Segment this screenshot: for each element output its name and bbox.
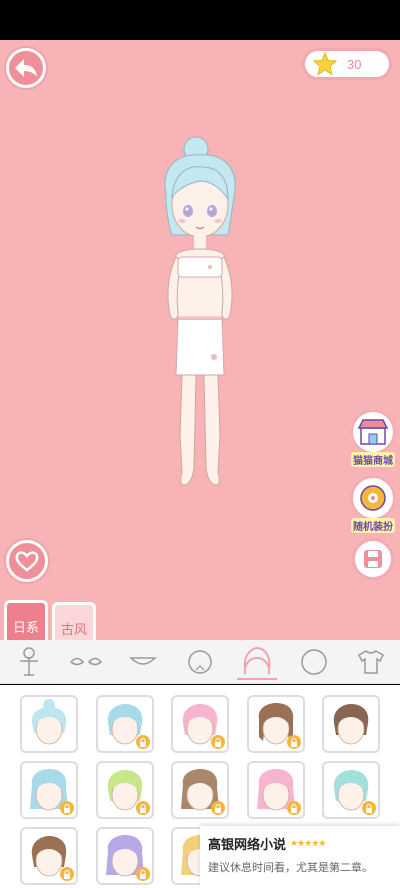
tab-japanese[interactable]: 日系 bbox=[4, 600, 48, 640]
hair-item[interactable] bbox=[322, 761, 380, 819]
back-button[interactable] bbox=[6, 48, 46, 88]
lock-icon bbox=[211, 801, 225, 815]
hair-icon bbox=[243, 646, 271, 674]
random-dice-icon bbox=[351, 476, 395, 520]
hair-item[interactable] bbox=[247, 761, 305, 819]
category-body[interactable] bbox=[9, 644, 49, 680]
ad-description: 建议休息时间看，尤其是第二章。 bbox=[208, 861, 373, 874]
hair-item[interactable] bbox=[171, 761, 229, 819]
category-clothes[interactable] bbox=[351, 644, 391, 680]
shirt-icon bbox=[358, 649, 385, 674]
hair-item[interactable] bbox=[20, 695, 78, 753]
ad-title: 高银网络小说 bbox=[208, 838, 287, 853]
hair-item[interactable] bbox=[171, 695, 229, 753]
lock-icon bbox=[287, 801, 301, 815]
body-icon bbox=[19, 646, 38, 676]
coin-count: 30 bbox=[347, 56, 362, 72]
face-icon bbox=[188, 649, 212, 674]
heart-icon bbox=[15, 551, 39, 572]
random-outfit-label: 随机装扮 bbox=[351, 518, 395, 533]
back-arrow-icon bbox=[15, 59, 37, 77]
ad-rating-stars: ★★★★★ bbox=[290, 838, 326, 849]
hair-item[interactable] bbox=[247, 695, 305, 753]
ad-title-row: 高银网络小说 ★★★★★ bbox=[208, 834, 392, 853]
status-bar bbox=[0, 0, 400, 40]
category-hair[interactable] bbox=[237, 644, 278, 680]
lock-icon bbox=[287, 735, 301, 749]
lock-icon bbox=[60, 801, 74, 815]
save-icon bbox=[364, 550, 382, 568]
random-outfit-button[interactable]: 随机装扮 bbox=[350, 476, 396, 533]
doll-character bbox=[164, 136, 236, 486]
lock-icon bbox=[136, 735, 150, 749]
coin-counter: 30 bbox=[302, 48, 392, 80]
star-icon bbox=[313, 52, 337, 76]
hair-item[interactable] bbox=[96, 827, 154, 885]
hair-preview-icon bbox=[333, 704, 369, 745]
shop-icon bbox=[351, 410, 395, 454]
category-mouth[interactable] bbox=[123, 644, 163, 680]
hair-item[interactable] bbox=[96, 695, 154, 753]
tab-ancient[interactable]: 古风 bbox=[52, 602, 96, 640]
hair-preview-icon bbox=[31, 699, 67, 745]
hair-item[interactable] bbox=[96, 761, 154, 819]
hair-item[interactable] bbox=[20, 761, 78, 819]
hair-item[interactable] bbox=[20, 827, 78, 885]
lock-icon bbox=[211, 735, 225, 749]
eyes-icon bbox=[69, 657, 102, 665]
lock-icon bbox=[362, 801, 376, 815]
shop-button[interactable]: 猫猫商城 bbox=[350, 410, 396, 467]
category-face[interactable] bbox=[180, 644, 220, 680]
head-icon bbox=[301, 648, 328, 675]
save-button[interactable] bbox=[352, 538, 394, 580]
mouth-icon bbox=[129, 656, 157, 665]
shop-label: 猫猫商城 bbox=[351, 452, 395, 467]
ad-banner[interactable]: 高银网络小说 ★★★★★ 建议休息时间看，尤其是第二章。 bbox=[200, 826, 400, 888]
dressup-stage: 30 猫猫商城 随机装扮 日系 古风 bbox=[0, 40, 400, 640]
category-bar bbox=[0, 640, 400, 684]
lock-icon bbox=[136, 867, 150, 881]
lock-icon bbox=[136, 801, 150, 815]
lock-icon bbox=[60, 867, 74, 881]
category-head[interactable] bbox=[294, 644, 334, 680]
favorite-button[interactable] bbox=[6, 540, 48, 582]
category-eyes[interactable] bbox=[66, 644, 106, 680]
hair-item[interactable] bbox=[322, 695, 380, 753]
